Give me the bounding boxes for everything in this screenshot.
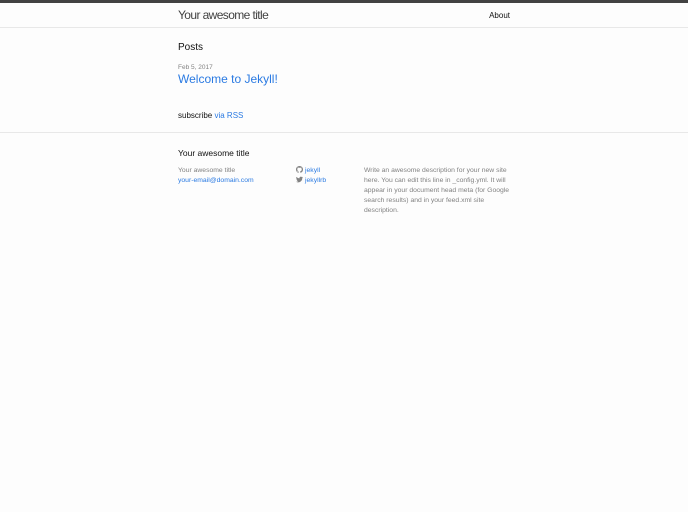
social-item-twitter: jekyllrb [296, 176, 326, 186]
footer-contact-column: Your awesome title your-email@domain.com [178, 166, 254, 186]
github-link[interactable]: jekyll [305, 166, 320, 176]
site-header: Your awesome title About [0, 3, 688, 28]
site-footer: Your awesome title Your awesome title yo… [0, 133, 688, 253]
page-content: Posts Feb 5, 2017 Welcome to Jekyll! sub… [0, 28, 688, 133]
rss-subscribe: subscribe via RSS [178, 111, 243, 120]
footer-contact-name: Your awesome title [178, 167, 236, 174]
post-title-link[interactable]: Welcome to Jekyll! [178, 72, 278, 86]
rss-feed-link[interactable]: via RSS [214, 111, 243, 120]
footer-social-column: jekyll jekyllrb [296, 165, 326, 186]
footer-email-link[interactable]: your-email@domain.com [178, 177, 254, 184]
footer-description-column: Write an awesome description for your ne… [364, 166, 512, 216]
social-item-github: jekyll [296, 165, 326, 176]
twitter-link[interactable]: jekyllrb [305, 176, 326, 186]
nav-link-about[interactable]: About [489, 11, 510, 20]
footer-heading: Your awesome title [178, 148, 250, 158]
site-title-link[interactable]: Your awesome title [178, 8, 269, 22]
rss-subscribe-prefix: subscribe [178, 111, 213, 120]
footer-description: Write an awesome description for your ne… [364, 167, 510, 214]
post-date: Feb 5, 2017 [178, 64, 213, 71]
twitter-icon [296, 176, 303, 187]
post-list-heading: Posts [178, 42, 204, 53]
